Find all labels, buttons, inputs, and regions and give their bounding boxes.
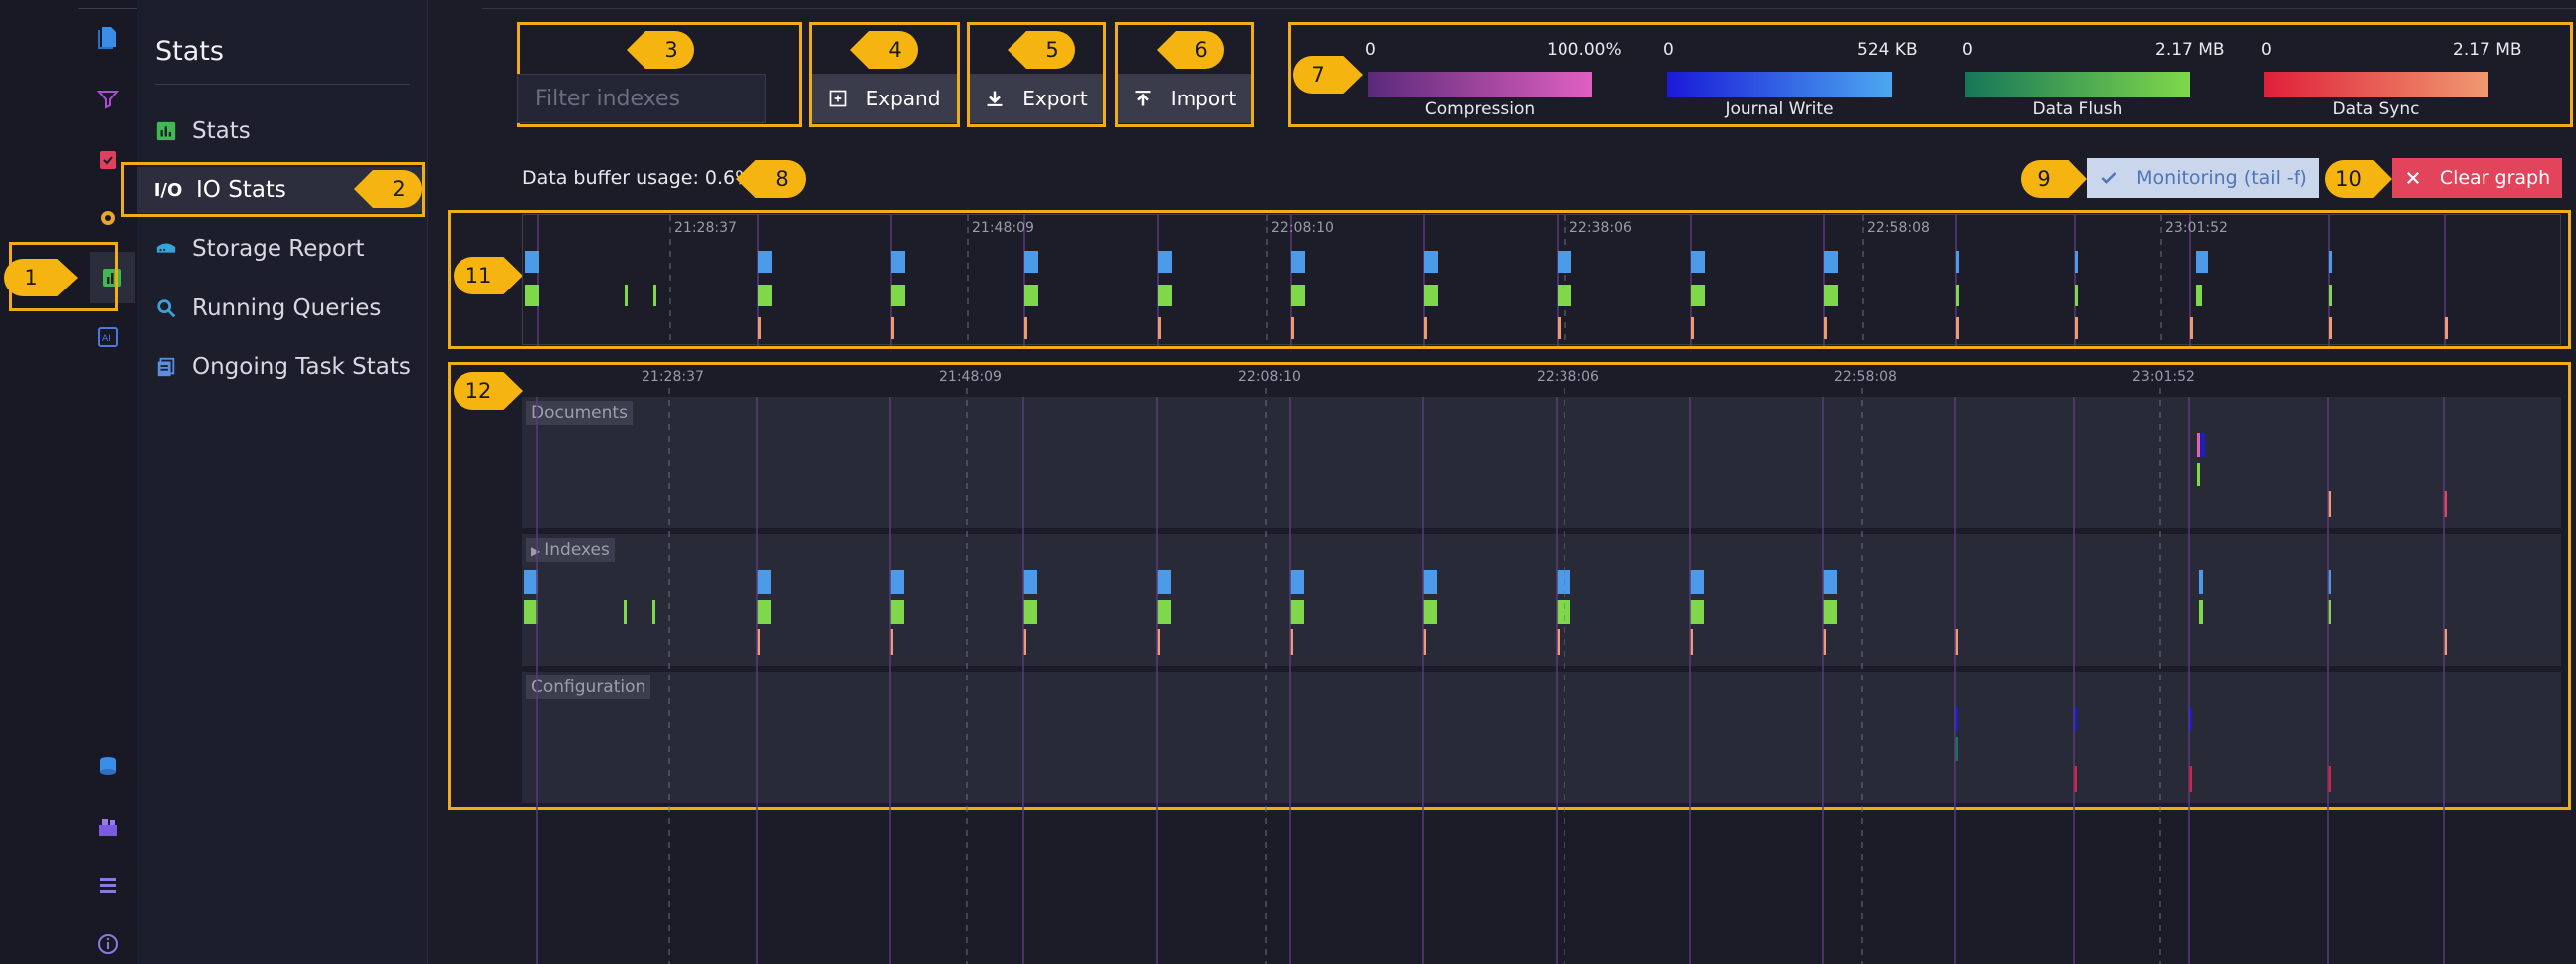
legend-max: 2.17 MB	[2155, 40, 2225, 60]
section-label: Indexes	[544, 540, 610, 560]
overview-time-label: 22:38:06	[1569, 220, 1632, 236]
legend-max: 2.17 MB	[2453, 40, 2522, 60]
legend-name: Journal Write	[1725, 99, 1834, 119]
menu-item-label: Running Queries	[192, 295, 382, 321]
about-icon[interactable]	[92, 927, 125, 961]
export-button[interactable]: Export	[970, 74, 1103, 123]
section-indexes[interactable]: ▶ Indexes	[522, 534, 2561, 666]
menu-item-label: Ongoing Task Stats	[192, 354, 411, 380]
data-flush-scale	[1965, 72, 2190, 97]
legend-min: 0	[1962, 40, 1973, 60]
documents-graph	[2197, 433, 2447, 517]
io-stats-panel: 3 Expand 4 Export 5 Import 6 7 0 100.00%…	[428, 0, 2576, 964]
monitoring-tail-button[interactable]: Monitoring (tail -f)	[2087, 158, 2319, 198]
overview-graph	[525, 215, 2448, 346]
filter-indexes-input[interactable]	[517, 74, 766, 123]
icon-rail: AI 1	[0, 0, 137, 964]
tasks-list-icon	[155, 356, 177, 378]
section-configuration[interactable]: Configuration	[522, 672, 2561, 803]
menu-item-running-queries[interactable]: Running Queries	[155, 286, 381, 331]
menu-item-label: Storage Report	[192, 236, 365, 262]
section-documents[interactable]: Documents	[522, 397, 2561, 528]
expand-icon	[829, 90, 846, 107]
overview-timeline[interactable]: 21:28:37 21:48:09 22:08:10 22:38:06 22:5…	[522, 214, 2561, 346]
callout-marker-9: 9	[2021, 160, 2087, 198]
configuration-graph	[1955, 707, 2331, 792]
callout-marker-8: 8	[736, 160, 806, 198]
detail-time-label: 22:58:08	[1834, 369, 1897, 385]
menu-item-stats[interactable]: Stats	[155, 108, 251, 154]
documents-icon[interactable]	[92, 20, 125, 54]
ai-icon[interactable]: AI	[92, 320, 125, 354]
section-label: Configuration	[526, 675, 651, 699]
search-icon	[155, 297, 177, 319]
tasks-icon[interactable]	[92, 142, 125, 176]
settings-icon[interactable]	[92, 201, 125, 235]
menu-item-storage-report[interactable]: Storage Report	[155, 226, 365, 272]
legend-name: Data Flush	[2032, 99, 2123, 119]
monitoring-label: Monitoring (tail -f)	[2136, 167, 2307, 189]
export-label: Export	[1022, 87, 1088, 110]
legend-min: 0	[1365, 40, 1376, 60]
detail-time-label: 21:48:09	[939, 369, 1002, 385]
section-label-indexes[interactable]: ▶ Indexes	[526, 538, 615, 562]
detail-time-label: 22:08:10	[1238, 369, 1301, 385]
legend-max: 100.00%	[1547, 40, 1622, 60]
expand-label: Expand	[865, 87, 941, 110]
menu-item-ongoing-task-stats[interactable]: Ongoing Task Stats	[155, 344, 411, 390]
legend-min: 0	[2261, 40, 2272, 60]
compression-scale	[1368, 72, 1592, 97]
data-sync-scale	[2264, 72, 2488, 97]
close-icon	[2406, 171, 2419, 185]
data-buffer-usage: Data buffer usage: 0.6%	[522, 167, 754, 189]
import-label: Import	[1170, 87, 1237, 110]
menu-title: Stats	[155, 36, 224, 67]
check-icon	[2101, 172, 2116, 184]
bar-chart-icon	[155, 120, 177, 142]
clear-label: Clear graph	[2439, 167, 2551, 189]
legend-name: Data Sync	[2332, 99, 2420, 119]
overview-time-label: 22:58:08	[1867, 220, 1930, 236]
journal-write-bars	[525, 251, 2332, 273]
legend-name: Compression	[1424, 99, 1536, 119]
svg-text:AI: AI	[102, 334, 111, 344]
menu-item-label: Stats	[192, 118, 251, 144]
detail-time-label: 21:28:37	[642, 369, 704, 385]
menu-divider	[155, 84, 410, 85]
callout-marker-10: 10	[2325, 160, 2392, 198]
storage-icon	[155, 238, 177, 260]
overview-time-label: 23:01:52	[2165, 220, 2228, 236]
clear-graph-button[interactable]: Clear graph	[2392, 158, 2562, 198]
databases-icon[interactable]	[92, 749, 125, 783]
section-label: Documents	[526, 401, 633, 425]
journal-write-scale	[1667, 72, 1892, 97]
expand-arrow-icon: ▶	[531, 544, 541, 558]
overview-time-label: 21:48:09	[972, 220, 1034, 236]
indexes-graph	[524, 570, 2447, 655]
cluster-icon[interactable]	[92, 810, 125, 844]
indexes-icon[interactable]	[92, 83, 125, 116]
legend-min: 0	[1663, 40, 1674, 60]
stats-submenu: Stats Stats I/O IO Stats Storage Report …	[121, 0, 428, 964]
detail-time-label: 22:38:06	[1537, 369, 1599, 385]
download-icon	[987, 91, 1003, 106]
legend-max: 524 KB	[1857, 40, 1918, 60]
manage-server-icon[interactable]	[92, 868, 125, 902]
detail-time-label: 23:01:52	[2132, 369, 2195, 385]
import-button[interactable]: Import	[1118, 74, 1251, 123]
data-flush-bars	[525, 285, 2332, 306]
data-sync-bars	[758, 317, 2448, 339]
overview-time-label: 22:08:10	[1271, 220, 1334, 236]
gap-lines	[537, 215, 2446, 346]
expand-button[interactable]: Expand	[812, 74, 957, 123]
upload-icon	[1135, 91, 1151, 106]
overview-time-label: 21:28:37	[674, 220, 737, 236]
